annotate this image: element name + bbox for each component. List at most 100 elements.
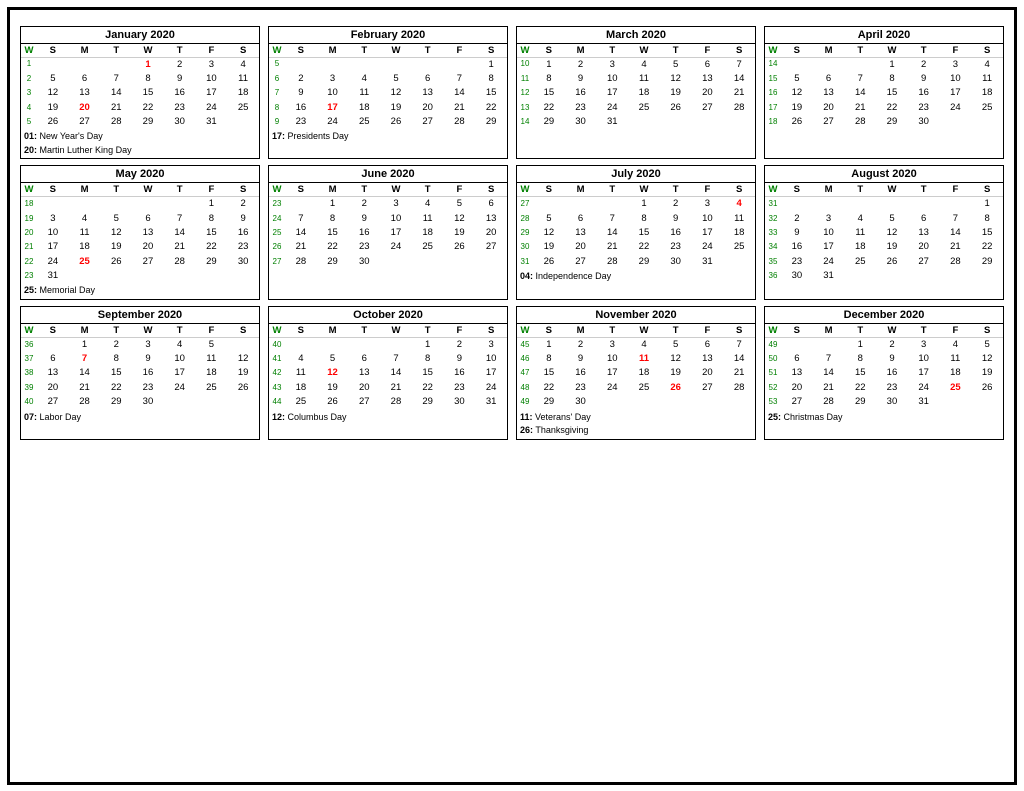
month-title: December 2020: [765, 307, 1003, 324]
calendar-cell: 12: [660, 72, 692, 86]
calendar-cell: 30: [781, 269, 813, 283]
calendar-cell: 16: [444, 366, 476, 380]
calendar-cell: 19: [21, 212, 37, 226]
column-header: S: [475, 183, 507, 197]
calendar-cell: 1: [475, 57, 507, 72]
column-header: S: [37, 183, 69, 197]
calendar-cell: [444, 255, 476, 269]
calendar-cell: 27: [781, 395, 813, 409]
calendar-cell: 13: [37, 366, 69, 380]
month-title: February 2020: [269, 27, 507, 44]
calendar-cell: 22: [21, 255, 37, 269]
column-header: T: [100, 44, 132, 58]
calendar-cell: [876, 269, 908, 283]
calendar-cell: 12: [227, 352, 259, 366]
calendar-cell: 13: [908, 226, 940, 240]
calendar-cell: 20: [132, 240, 164, 254]
calendar-cell: 6: [692, 57, 724, 72]
calendar-cell: 17: [164, 366, 196, 380]
calendar-cell: 12: [380, 86, 412, 100]
calendar-cell: 20: [813, 101, 845, 115]
calendar-cell: 11: [723, 212, 755, 226]
calendar-cell: 25: [412, 240, 444, 254]
calendar-cell: 22: [196, 240, 228, 254]
calendar-cell: 29: [533, 115, 565, 129]
calendar-cell: 30: [164, 115, 196, 129]
month-title: March 2020: [517, 27, 755, 44]
calendar-cell: 15: [100, 366, 132, 380]
calendar-cell: 41: [269, 352, 285, 366]
calendar-cell: 17: [196, 86, 228, 100]
calendar-cell: 53: [765, 395, 781, 409]
calendar-cell: 29: [317, 255, 349, 269]
calendar-cell: [971, 269, 1003, 283]
calendar-cell: 1: [533, 57, 565, 72]
column-header: S: [723, 183, 755, 197]
holiday-note-line: 25: Christmas Day: [768, 411, 1000, 425]
calendar-cell: 28: [844, 115, 876, 129]
calendar-cell: [781, 197, 813, 212]
calendar-cell: 15: [971, 226, 1003, 240]
calendar-cell: 42: [269, 366, 285, 380]
calendar-cell: 19: [317, 381, 349, 395]
column-header: T: [348, 44, 380, 58]
calendar-cell: [412, 57, 444, 72]
calendar-cell: 30: [876, 395, 908, 409]
calendar-cell: 27: [475, 240, 507, 254]
calendar-cell: 13: [348, 366, 380, 380]
calendar-cell: 21: [100, 101, 132, 115]
column-header: S: [227, 324, 259, 338]
holiday-notes: 12: Columbus Day: [269, 410, 507, 426]
calendar-cell: 22: [628, 240, 660, 254]
calendar-cell: [596, 197, 628, 212]
calendar-cell: 8: [196, 212, 228, 226]
calendar-cell: 19: [876, 240, 908, 254]
calendar-cell: [100, 269, 132, 283]
calendar-cell: [940, 269, 972, 283]
holiday-name: Martin Luther King Day: [40, 145, 132, 155]
calendar-cell: 7: [596, 212, 628, 226]
calendar-cell: 12: [517, 86, 533, 100]
calendar-cell: 6: [813, 72, 845, 86]
calendar-cell: 33: [765, 226, 781, 240]
calendar-cell: [285, 57, 317, 72]
month-title: January 2020: [21, 27, 259, 44]
calendar-cell: 23: [269, 197, 285, 212]
column-header: S: [37, 44, 69, 58]
calendar-cell: 6: [692, 337, 724, 352]
calendar-cell: 4: [412, 197, 444, 212]
calendar-cell: 10: [475, 352, 507, 366]
column-header: T: [164, 183, 196, 197]
calendar-cell: 9: [164, 72, 196, 86]
column-header: S: [285, 183, 317, 197]
calendar-cell: [132, 197, 164, 212]
calendar-cell: 37: [21, 352, 37, 366]
calendar-table: WSMTWTFS10123456711891011121314121516171…: [517, 44, 755, 130]
calendar-cell: 18: [723, 226, 755, 240]
holiday-name: Veterans' Day: [535, 412, 591, 422]
calendar-cell: 14: [380, 366, 412, 380]
column-header: M: [69, 44, 101, 58]
calendar-cell: 27: [692, 381, 724, 395]
calendar-cell: 9: [444, 352, 476, 366]
column-header: T: [164, 44, 196, 58]
calendar-cell: 3: [317, 72, 349, 86]
holiday-name: Memorial Day: [40, 285, 96, 295]
calendar-cell: 44: [269, 395, 285, 409]
holiday-day-num: 25:: [24, 285, 37, 295]
column-header: W: [628, 44, 660, 58]
calendar-cell: 3: [21, 86, 37, 100]
calendar-cell: [227, 115, 259, 129]
calendar-cell: 3: [908, 337, 940, 352]
calendar-cell: 30: [660, 255, 692, 269]
column-header: T: [844, 44, 876, 58]
calendar-cell: 28: [380, 395, 412, 409]
calendar-cell: 3: [37, 212, 69, 226]
calendar-cell: 10: [596, 72, 628, 86]
calendar-cell: 30: [348, 255, 380, 269]
column-header: S: [475, 324, 507, 338]
calendar-cell: [412, 255, 444, 269]
holiday-name: New Year's Day: [40, 131, 103, 141]
calendar-cell: 10: [164, 352, 196, 366]
calendar-cell: 5: [380, 72, 412, 86]
